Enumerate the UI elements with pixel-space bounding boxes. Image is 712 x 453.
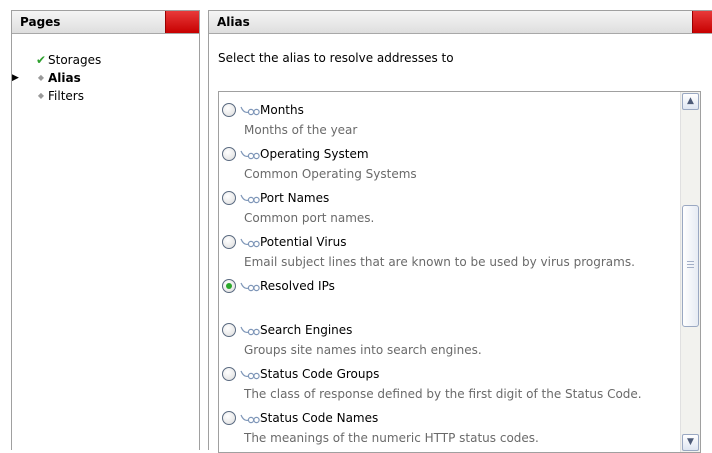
radio-button[interactable] (222, 147, 236, 161)
dot-icon: ◆ (37, 91, 45, 100)
alias-option-resolved-ips: Resolved IPs (219, 277, 679, 297)
alias-icon (240, 282, 260, 292)
radio-button[interactable] (222, 191, 236, 205)
scroll-thumb[interactable] (682, 205, 699, 327)
vertical-scrollbar[interactable]: ▲ ▼ (680, 92, 700, 452)
scroll-down-button[interactable]: ▼ (682, 434, 699, 451)
selected-arrow-icon: ▶ (12, 73, 19, 83)
grip-icon (687, 261, 694, 269)
alias-icon (240, 150, 260, 160)
alias-header-accent (692, 11, 712, 33)
option-description: The class of response defined by the fir… (244, 387, 642, 401)
alias-icon (240, 414, 260, 424)
tree-item-label: Filters (48, 89, 84, 103)
alias-option-status-code-names: Status Code Names The meanings of the nu… (219, 409, 679, 445)
alias-title: Alias (217, 15, 250, 29)
tree-item-alias[interactable]: ▶ ◆ Alias (12, 69, 199, 87)
alias-icon (240, 370, 260, 380)
option-name: Potential Virus (260, 235, 347, 249)
pages-header-accent (165, 11, 199, 33)
alias-icon (240, 326, 260, 336)
option-description: Common port names. (244, 211, 375, 225)
option-name: Status Code Names (260, 411, 379, 425)
radio-button[interactable] (222, 411, 236, 425)
radio-button[interactable] (222, 367, 236, 381)
radio-button[interactable] (222, 323, 236, 337)
pages-panel: Pages ✔ Storages ▶ ◆ Alias ◆ Filters (11, 10, 200, 450)
option-description: Months of the year (244, 123, 358, 137)
pages-title: Pages (20, 15, 61, 29)
option-description: Common Operating Systems (244, 167, 417, 181)
scroll-up-button[interactable]: ▲ (682, 93, 699, 110)
alias-icon (240, 194, 260, 204)
alias-panel: Alias Select the alias to resolve addres… (208, 10, 712, 453)
pages-header: Pages (12, 11, 199, 34)
option-name: Status Code Groups (260, 367, 380, 381)
option-name: Search Engines (260, 323, 353, 337)
alias-header: Alias (209, 11, 712, 34)
tree-item-filters[interactable]: ◆ Filters (12, 87, 199, 105)
option-name: Resolved IPs (260, 279, 335, 293)
check-icon: ✔ (35, 53, 47, 67)
alias-option-port-names: Port Names Common port names. (219, 189, 679, 225)
option-name: Port Names (260, 191, 330, 205)
alias-option-search-engines: Search Engines Groups site names into se… (219, 321, 679, 357)
pages-tree: ✔ Storages ▶ ◆ Alias ◆ Filters (12, 51, 199, 105)
tree-item-label: Alias (48, 71, 81, 85)
alias-option-operating-system: Operating System Common Operating System… (219, 145, 679, 181)
alias-option-potential-virus: Potential Virus Email subject lines that… (219, 233, 679, 269)
radio-button[interactable] (222, 103, 236, 117)
dot-icon: ◆ (37, 73, 45, 82)
option-description: Groups site names into search engines. (244, 343, 482, 357)
radio-button[interactable] (222, 235, 236, 249)
option-description: Email subject lines that are known to be… (244, 255, 635, 269)
option-name: Months (260, 103, 304, 117)
alias-option-status-code-groups: Status Code Groups The class of response… (219, 365, 679, 401)
radio-button-selected[interactable] (222, 279, 236, 293)
alias-icon (240, 106, 260, 116)
option-name: Operating System (260, 147, 369, 161)
alias-list: Months Months of the year Operating Syst… (218, 91, 701, 453)
alias-icon (240, 238, 260, 248)
tree-item-label: Storages (48, 53, 102, 67)
option-description: The meanings of the numeric HTTP status … (244, 431, 539, 445)
alias-instruction: Select the alias to resolve addresses to (218, 51, 454, 65)
alias-option-months: Months Months of the year (219, 101, 679, 137)
tree-item-storages[interactable]: ✔ Storages (12, 51, 199, 69)
